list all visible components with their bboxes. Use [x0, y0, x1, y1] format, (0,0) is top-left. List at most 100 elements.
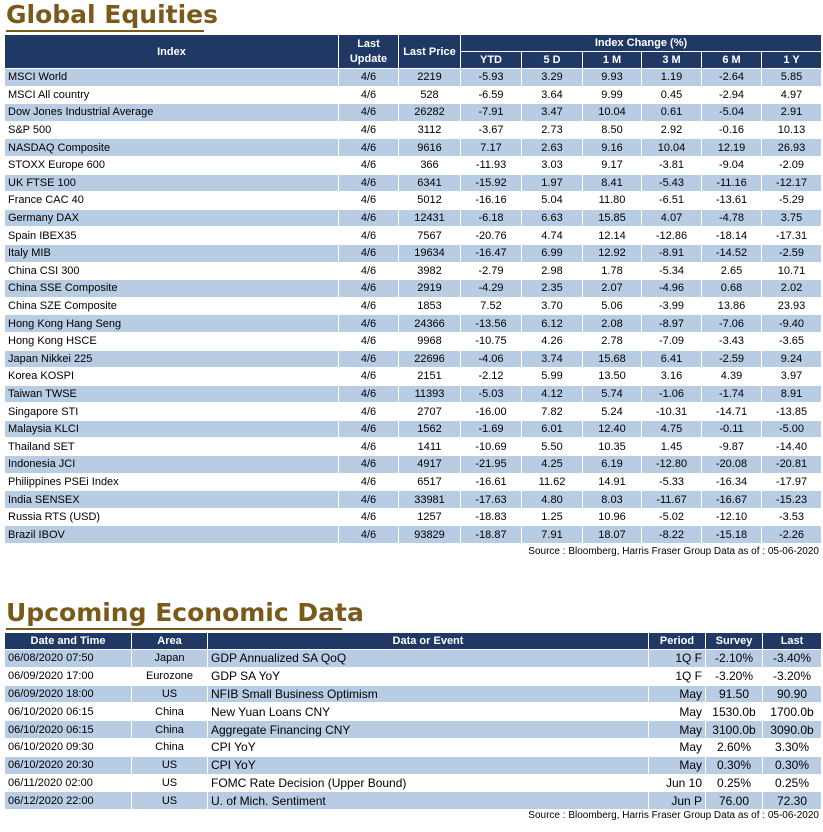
change-cell: -13.85: [760, 402, 823, 421]
table-row: 06/09/2020 17:00 Eurozone GDP SA YoY 1Q F -3…: [4, 666, 822, 686]
change-cell: -1.06: [641, 384, 702, 404]
area-cell: Eurozone: [131, 666, 208, 686]
change-cell: 13.86: [701, 296, 762, 316]
table-row: MSCI All country 4/6 528 -6.59 3.64 9.99 0.45-…: [4, 85, 823, 105]
header-period: 3 M: [641, 51, 702, 69]
equities-table: Index Last Update Last Price Index Chang…: [4, 34, 823, 545]
change-cell: 1.97: [521, 173, 583, 193]
index-name-cell: MSCI World: [4, 68, 339, 87]
change-cell: 4.75: [641, 419, 702, 439]
datetime-cell: 06/10/2020 09:30: [4, 737, 132, 757]
change-cell: -16.47: [460, 243, 522, 263]
table-row: 06/10/2020 06:15 China New Yuan Loans CNY M…: [4, 702, 822, 722]
change-cell: -7.06: [701, 314, 762, 333]
change-cell: 3.75: [760, 208, 823, 228]
last-price-cell: 9968: [398, 331, 461, 351]
last-update-cell: 4/6: [338, 367, 399, 386]
period-cell: Jun 10: [648, 773, 706, 793]
index-name-cell: NASDAQ Composite: [4, 138, 339, 157]
index-name-cell: China SZE Composite: [4, 296, 339, 316]
header-area: Area: [131, 632, 208, 650]
change-cell: 4.12: [521, 384, 583, 404]
table-row: Russia RTS (USD) 4/6 1257 -18.83 1.25 10.96 -5…: [4, 507, 823, 527]
index-name-cell: Russia RTS (USD): [4, 507, 339, 527]
table-row: MSCI World 4/6 2219 -5.93 3.29 9.93 1.19 -2.64 5…: [4, 68, 823, 87]
change-cell: -16.67: [701, 490, 762, 509]
last-price-cell: 1562: [398, 419, 461, 439]
change-cell: -10.75: [460, 331, 522, 351]
change-cell: -18.83: [460, 507, 522, 527]
change-cell: 11.62: [521, 472, 583, 492]
change-cell: -1.74: [701, 384, 762, 404]
index-name-cell: China CSI 300: [4, 261, 339, 281]
change-cell: -17.31: [760, 226, 823, 245]
change-cell: 1.45: [641, 437, 702, 457]
change-cell: 2.35: [521, 279, 583, 298]
change-cell: -1.69: [460, 419, 522, 439]
change-cell: 9.99: [582, 85, 642, 105]
header-index-change: Index Change (%): [459, 34, 823, 52]
last-price-cell: 2919: [398, 279, 461, 298]
last-price-cell: 33981: [398, 490, 461, 509]
last-update-cell: 4/6: [338, 138, 399, 157]
change-cell: -12.17: [760, 173, 823, 193]
last-price-cell: 366: [398, 155, 461, 175]
last-update-cell: 4/6: [338, 402, 399, 421]
change-cell: -5.43: [641, 173, 702, 193]
change-cell: -5.34: [641, 261, 702, 281]
change-cell: 9.16: [582, 138, 642, 157]
last-update-cell: 4/6: [338, 437, 399, 457]
change-cell: 10.04: [582, 103, 642, 122]
change-cell: -16.16: [460, 191, 522, 210]
index-name-cell: Thailand SET: [4, 437, 339, 457]
last-price-cell: 93829: [398, 525, 461, 545]
table-row: Taiwan TWSE 4/6 11393 -5.03 4.12 5.74 -1.06 -1.…: [4, 384, 823, 404]
area-cell: US: [131, 684, 208, 704]
economic-title: Upcoming Economic Data: [6, 598, 364, 627]
change-cell: -6.51: [641, 191, 702, 210]
datetime-cell: 06/12/2020 22:00: [4, 791, 132, 811]
last-price-cell: 2219: [398, 68, 461, 87]
change-cell: -5.03: [460, 384, 522, 404]
change-cell: -7.09: [641, 331, 702, 351]
area-cell: China: [131, 702, 208, 722]
last-update-cell: 4/6: [338, 419, 399, 439]
change-cell: 10.71: [760, 261, 823, 281]
table-row: China SZE Composite 4/6 1853 7.52 3.70 5.06 -3…: [4, 296, 823, 316]
change-cell: -3.99: [641, 296, 702, 316]
last-update-cell: 4/6: [338, 191, 399, 210]
index-name-cell: Dow Jones Industrial Average: [4, 103, 339, 122]
table-row: Singapore STI 4/6 2707 -16.00 7.82 5.24 -10.31…: [4, 402, 823, 421]
change-cell: -2.64: [701, 68, 762, 87]
index-name-cell: France CAC 40: [4, 191, 339, 210]
change-cell: 12.14: [582, 226, 642, 245]
change-cell: 3.74: [521, 349, 583, 369]
table-row: Germany DAX 4/6 12431 -6.18 6.63 15.85 4.07 -4.…: [4, 208, 823, 228]
table-row: France CAC 40 4/6 5012 -16.16 5.04 11.80 -6.51…: [4, 191, 823, 210]
change-cell: 8.50: [582, 120, 642, 140]
last-price-cell: 1257: [398, 507, 461, 527]
change-cell: -16.00: [460, 402, 522, 421]
change-cell: 12.19: [701, 138, 762, 157]
change-cell: 2.78: [582, 331, 642, 351]
change-cell: -3.43: [701, 331, 762, 351]
last-update-cell: 4/6: [338, 455, 399, 474]
last-price-cell: 6517: [398, 472, 461, 492]
equities-title-underline: [6, 30, 204, 32]
table-row: 06/10/2020 06:15 China Aggregate Financing…: [4, 720, 822, 739]
index-name-cell: Malaysia KLCI: [4, 419, 339, 439]
index-name-cell: Philippines PSEi Index: [4, 472, 339, 492]
area-cell: Japan: [131, 649, 208, 668]
change-cell: -14.52: [701, 243, 762, 263]
change-cell: 4.39: [701, 367, 762, 386]
last-cell: 3.30%: [762, 737, 822, 757]
last-price-cell: 4917: [398, 455, 461, 474]
table-row: 06/08/2020 07:50 Japan GDP Annualized SA Q…: [4, 649, 822, 668]
last-cell: -3.40%: [762, 649, 822, 668]
change-cell: 9.93: [582, 68, 642, 87]
change-cell: 7.82: [521, 402, 583, 421]
header-last: Last: [762, 632, 822, 650]
change-cell: -12.86: [641, 226, 702, 245]
table-row: 06/09/2020 18:00 US NFIB Small Business Op…: [4, 684, 822, 704]
change-cell: -20.81: [760, 455, 823, 474]
